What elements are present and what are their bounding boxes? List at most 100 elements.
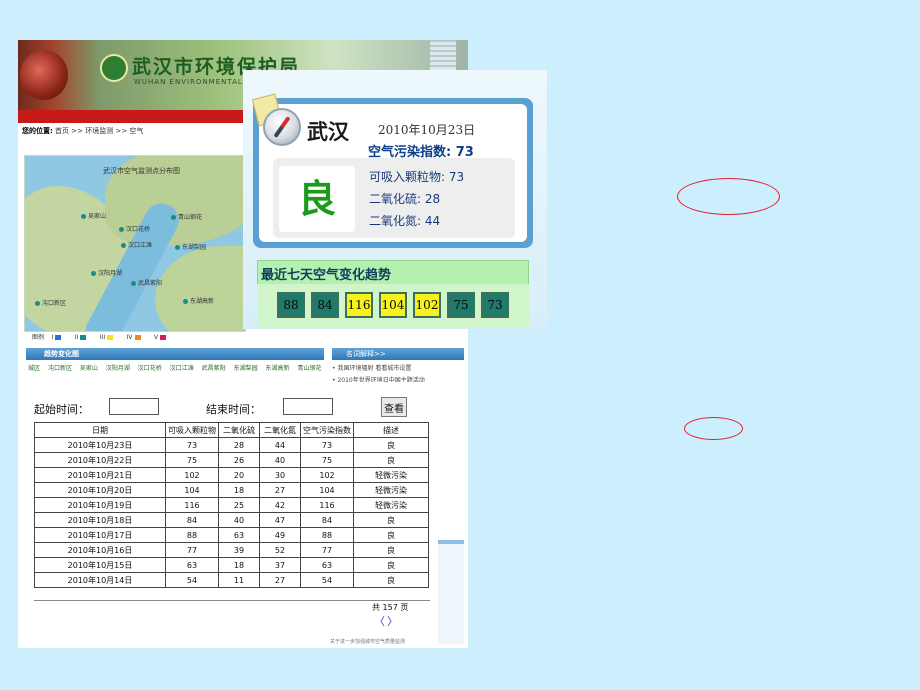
table-cell: 49 <box>259 527 301 543</box>
table-cell: 63 <box>218 527 260 543</box>
column-header-pm10: 可吸入颗粒物 <box>165 422 219 438</box>
district-tab[interactable]: 武昌紫阳 <box>202 365 226 372</box>
trend-day-box: 73 <box>481 292 509 318</box>
table-cell: 30 <box>259 467 301 483</box>
map-site[interactable]: 东湖梨园 <box>175 242 206 251</box>
table-cell: 44 <box>259 437 301 453</box>
table-cell: 47 <box>259 512 301 528</box>
breadcrumb-path[interactable]: 首页 >> 环境监测 >> 空气 <box>55 127 143 135</box>
pagination: 共 157 页 〈〉 <box>34 600 435 629</box>
table-cell: 2010年10月23日 <box>34 437 166 453</box>
table-cell: 良 <box>353 527 429 543</box>
table-cell: 63 <box>300 557 354 573</box>
table-cell: 102 <box>300 467 354 483</box>
table-cell: 2010年10月18日 <box>34 512 166 528</box>
district-tab[interactable]: 青山钢花 <box>297 365 321 372</box>
legend-swatch <box>107 335 114 340</box>
trend-panel-title: 趋势变化图 <box>44 350 79 358</box>
prev-page-icon[interactable]: 〈 <box>374 615 385 628</box>
legend-swatch <box>80 335 87 340</box>
district-tab[interactable]: 吴家山 <box>80 365 98 372</box>
table-cell: 11 <box>218 572 260 588</box>
search-button[interactable]: 查看 <box>381 397 407 417</box>
map-site[interactable]: 武昌紫阳 <box>131 278 162 287</box>
column-header-api: 空气污染指数 <box>300 422 354 438</box>
district-tab[interactable]: 东湖高新 <box>266 365 290 372</box>
start-time-input[interactable] <box>109 398 159 415</box>
footer-note[interactable]: 关于进一步加强城市空气质量监测 <box>330 638 405 645</box>
start-time-label: 起始时间： <box>34 403 89 416</box>
map-legend: 图例 I II III IV V <box>32 332 168 341</box>
table-cell: 54 <box>300 572 354 588</box>
trend-day-box: 88 <box>277 292 305 318</box>
monitoring-site-map[interactable]: 武汉市空气监测点分布图 吴家山 汉口花桥 青山钢花 汉口江滩 东湖梨园 沌口新区… <box>24 155 246 332</box>
table-cell: 88 <box>165 527 219 543</box>
trend-panel-header: 趋势变化图 <box>26 348 324 360</box>
table-row: 2010年10月18日 84 40 47 84 良 <box>34 512 429 528</box>
table-cell: 116 <box>165 497 219 513</box>
site-marker-icon <box>91 271 96 276</box>
pollutant-pm10: 可吸入颗粒物: 73 <box>369 170 465 184</box>
column-header-no2: 二氧化氮 <box>259 422 301 438</box>
district-tab[interactable]: 汉阳月湖 <box>106 365 130 372</box>
table-cell: 25 <box>218 497 260 513</box>
district-tab[interactable]: 沌口新区 <box>48 365 72 372</box>
map-title: 武汉市空气监测点分布图 <box>103 167 180 175</box>
table-cell: 73 <box>165 437 219 453</box>
column-header-date: 日期 <box>34 422 166 438</box>
glossary-title[interactable]: 名词解释>> <box>346 349 386 359</box>
table-cell: 28 <box>218 437 260 453</box>
trend-day-box: 84 <box>311 292 339 318</box>
table-cell: 2010年10月16日 <box>34 542 166 558</box>
table-cell: 63 <box>165 557 219 573</box>
table-cell: 轻微污染 <box>353 497 429 513</box>
site-marker-icon <box>183 299 188 304</box>
end-time-input[interactable] <box>283 398 333 415</box>
site-marker-icon <box>175 245 180 250</box>
bureau-logo-icon <box>100 54 128 82</box>
district-tab[interactable]: 汉口江滩 <box>170 365 194 372</box>
table-cell: 2010年10月20日 <box>34 482 166 498</box>
map-site[interactable]: 东湖高新 <box>183 296 214 305</box>
site-marker-icon <box>81 214 86 219</box>
map-site[interactable]: 汉阳月湖 <box>91 268 122 277</box>
site-marker-icon <box>119 227 124 232</box>
district-tab[interactable]: 东湖梨园 <box>234 365 258 372</box>
table-cell: 2010年10月22日 <box>34 452 166 468</box>
air-quality-grade: 良 <box>297 176 336 221</box>
site-marker-icon <box>131 281 136 286</box>
wuhan-aqi-card: 武汉 2010年10月23日 空气污染指数: 73 良 可吸入颗粒物: 73 二… <box>243 70 547 329</box>
table-cell: 84 <box>165 512 219 528</box>
map-site[interactable]: 沌口新区 <box>35 298 66 307</box>
table-cell: 2010年10月19日 <box>34 497 166 513</box>
breadcrumb: 您的位置: 首页 >> 环境监测 >> 空气 <box>22 126 143 136</box>
annotation-ellipse <box>684 417 743 440</box>
map-site[interactable]: 汉口江滩 <box>121 240 152 249</box>
table-cell: 26 <box>218 452 260 468</box>
district-tab[interactable]: 汉口花桥 <box>138 365 162 372</box>
trend-day-box: 75 <box>447 292 475 318</box>
table-cell: 2010年10月15日 <box>34 557 166 573</box>
table-cell: 88 <box>300 527 354 543</box>
map-site[interactable]: 吴家山 <box>81 211 106 220</box>
seven-day-trend-title: 最近七天空气变化趋势 <box>261 268 392 283</box>
table-cell: 75 <box>165 452 219 468</box>
table-cell: 27 <box>259 572 301 588</box>
end-time-label: 结束时间： <box>206 403 261 416</box>
news-item[interactable]: • 我国环境辐射 看看城市设置 <box>332 363 464 375</box>
table-cell: 20 <box>218 467 260 483</box>
page-count: 共 157 页 <box>372 603 409 612</box>
trend-day-box: 116 <box>345 292 373 318</box>
table-cell: 轻微污染 <box>353 482 429 498</box>
table-cell: 104 <box>165 482 219 498</box>
map-site[interactable]: 汉口花桥 <box>119 224 150 233</box>
table-cell: 40 <box>218 512 260 528</box>
table-row: 2010年10月21日 102 20 30 102 轻微污染 <box>34 467 429 483</box>
next-page-icon[interactable]: 〉 <box>387 615 398 628</box>
column-header-description: 描述 <box>353 422 429 438</box>
city-name: 武汉 <box>307 119 349 144</box>
table-cell: 42 <box>259 497 301 513</box>
table-cell: 39 <box>218 542 260 558</box>
table-cell: 37 <box>259 557 301 573</box>
map-site[interactable]: 青山钢花 <box>171 212 202 221</box>
